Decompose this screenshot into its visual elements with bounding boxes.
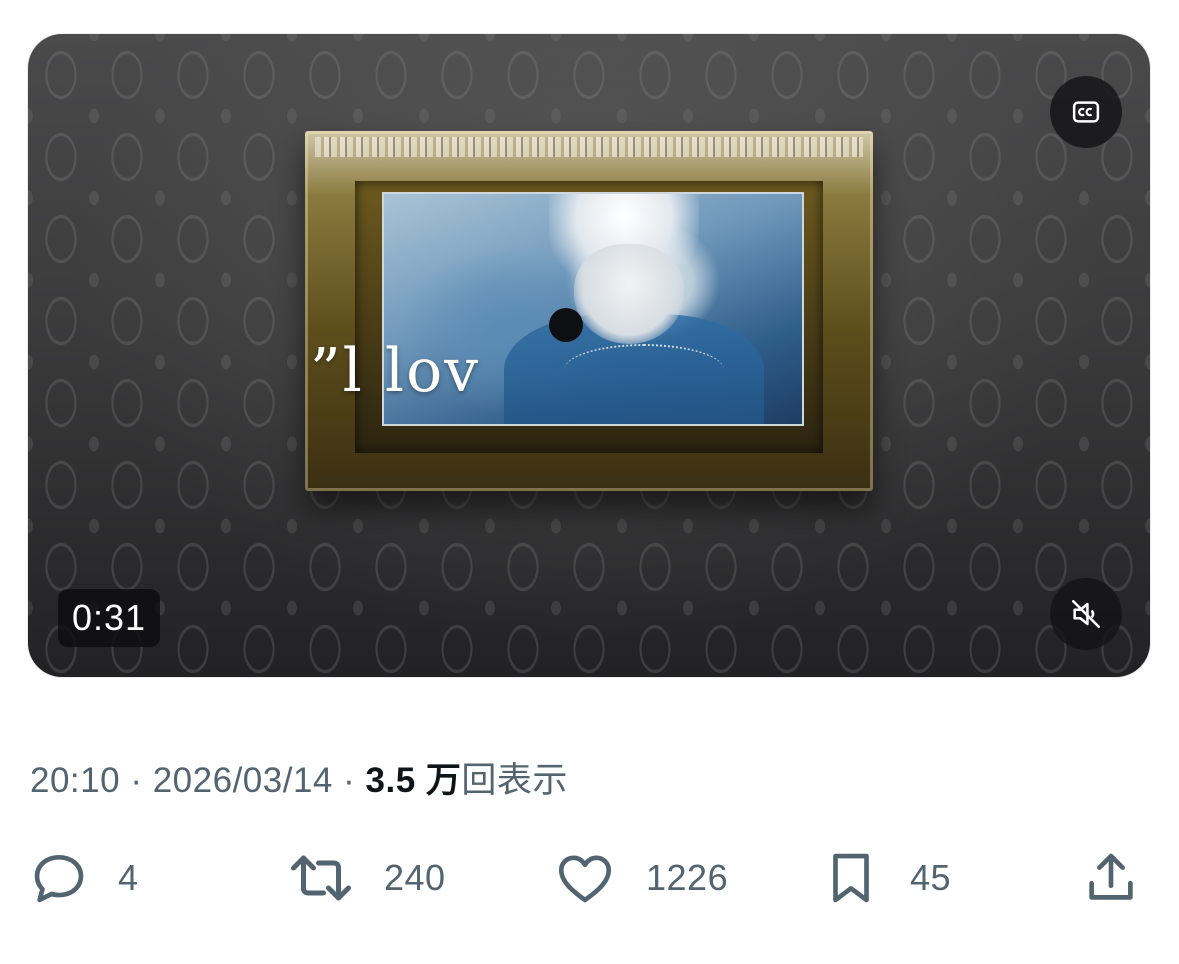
artwork-chain [564, 344, 724, 396]
repost-button[interactable]: 240 [286, 840, 446, 916]
like-button[interactable]: 1226 [552, 840, 728, 916]
post-metadata: 20:10 · 2026/03/14 · 3.5 万回表示 [30, 752, 568, 803]
repost-icon [291, 855, 351, 901]
speaker-muted-icon [1071, 599, 1101, 629]
video-overlay-lyric: ”l lov [310, 336, 481, 406]
share-button[interactable] [1080, 840, 1142, 916]
artwork-face [574, 244, 684, 344]
post-action-bar: 4 240 1226 45 [0, 840, 1179, 920]
views-label: 回表示 [461, 761, 568, 800]
mute-toggle-button[interactable] [1050, 578, 1122, 650]
bookmark-icon [833, 853, 869, 903]
meta-separator: · [130, 761, 143, 800]
meta-separator: · [343, 761, 356, 800]
share-upload-icon [1089, 853, 1133, 900]
video-duration-badge: 0:31 [58, 589, 161, 647]
bookmark-count: 45 [910, 857, 952, 898]
reply-bubble-icon [34, 855, 84, 903]
closed-captions-icon [1072, 101, 1100, 123]
heart-icon [558, 855, 612, 903]
video-frame-picture-frame [305, 131, 873, 491]
artwork-black-circle [549, 308, 583, 342]
post-time[interactable]: 20:10 [30, 761, 120, 800]
captions-button[interactable] [1050, 76, 1122, 148]
bookmark-button[interactable]: 45 [820, 840, 951, 916]
video-player[interactable]: ”l lov 0:31 [28, 34, 1150, 677]
like-count: 1226 [646, 857, 729, 898]
reply-count: 4 [118, 857, 139, 898]
post-date[interactable]: 2026/03/14 [153, 761, 333, 800]
repost-count: 240 [384, 857, 446, 898]
reply-button[interactable]: 4 [28, 840, 139, 916]
views-count: 3.5 万 [365, 761, 462, 800]
